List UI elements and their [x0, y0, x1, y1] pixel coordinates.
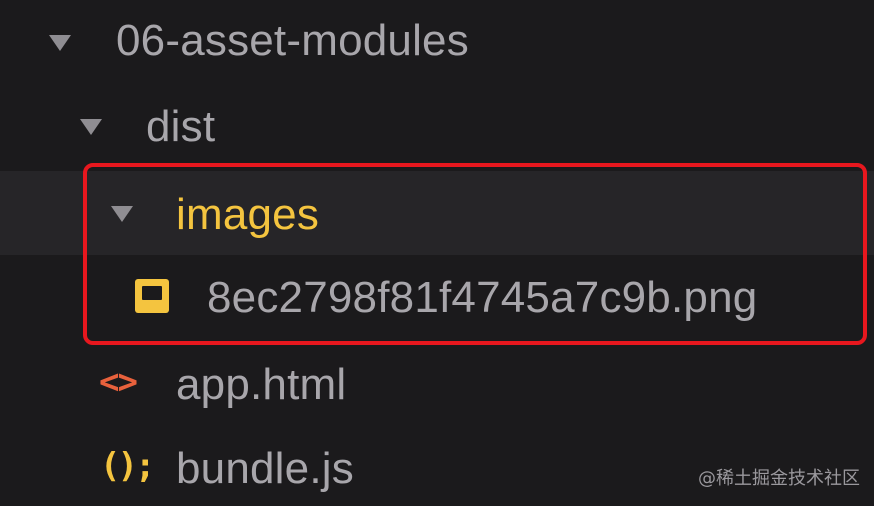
tree-item-label: images [176, 190, 320, 239]
image-file-icon [135, 279, 169, 313]
tree-item-06-asset-modules[interactable]: 06-asset-modules [0, 0, 874, 84]
chevron-down-icon[interactable] [80, 119, 102, 135]
tree-item-label: 8ec2798f81f4745a7c9b.png [207, 273, 758, 322]
tree-item-label: app.html [176, 360, 347, 409]
file-explorer-tree: 06-asset-modules dist images 8ec2798f81f… [0, 0, 874, 506]
watermark: @稀土掘金技术社区 [698, 468, 860, 489]
chevron-down-icon[interactable] [111, 206, 133, 222]
tree-item-label: 06-asset-modules [116, 16, 469, 65]
js-file-icon: (); [100, 446, 155, 486]
tree-item-app-html[interactable]: <> app.html [0, 342, 874, 426]
tree-item-image-file[interactable]: 8ec2798f81f4745a7c9b.png [0, 255, 874, 339]
tree-item-label: dist [146, 102, 216, 151]
html-file-icon: <> [99, 362, 138, 402]
tree-item-dist[interactable]: dist [0, 84, 874, 168]
tree-item-label: bundle.js [176, 444, 354, 493]
chevron-down-icon[interactable] [49, 35, 71, 51]
tree-item-images[interactable]: images [0, 171, 874, 255]
